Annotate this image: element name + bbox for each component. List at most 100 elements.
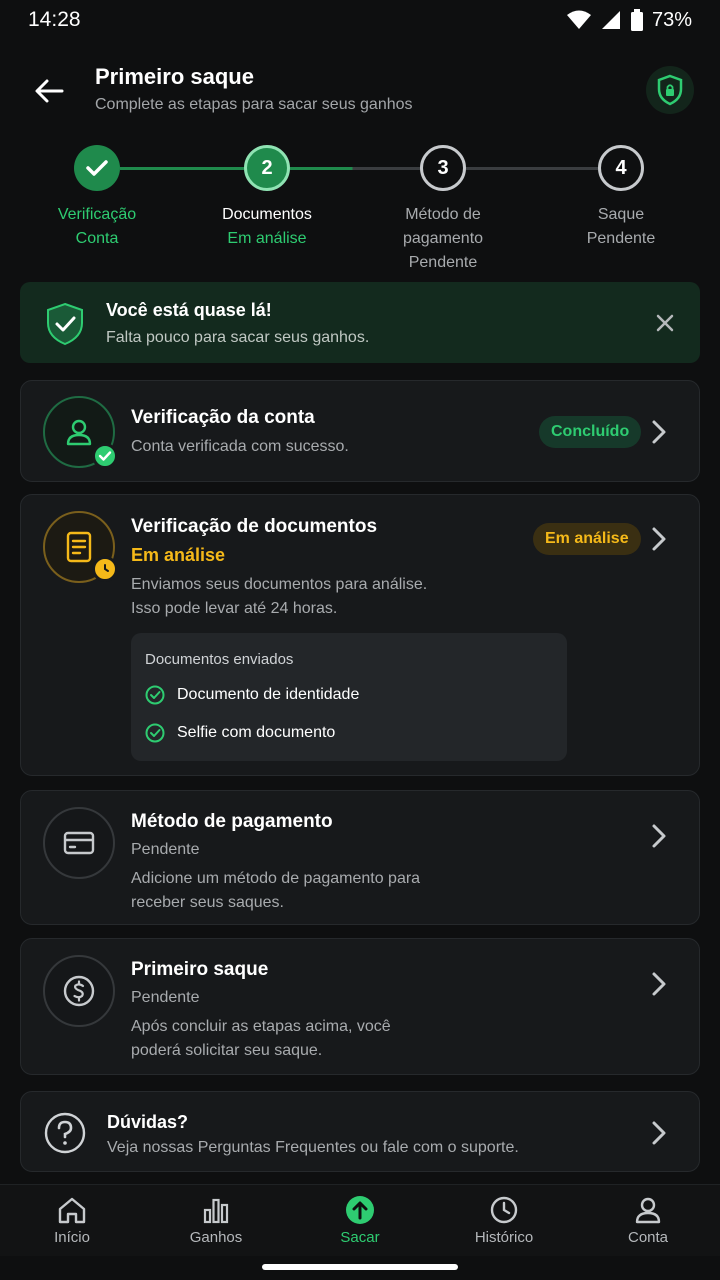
card-description: Conta verificada com sucesso. — [131, 438, 349, 455]
step-verification[interactable]: Verificação Conta — [17, 145, 177, 251]
check-circle-icon — [145, 685, 165, 705]
step-2-status: Em análise — [227, 230, 307, 247]
sent-documents-box: Documentos enviados Documento de identid… — [131, 633, 567, 761]
step-withdraw[interactable]: 4 Saque Pendente — [541, 145, 701, 251]
help-circle-icon — [44, 1112, 86, 1154]
step-circle-active: 2 — [244, 145, 290, 191]
step-4-label: Saque — [597, 206, 645, 223]
status-badge-complete: Concluído — [539, 416, 642, 448]
clock-icon — [104, 564, 109, 572]
nav-item-inicio[interactable]: Início — [0, 1195, 144, 1246]
step-4-status: Pendente — [586, 230, 656, 247]
check-badge — [92, 443, 118, 469]
close-icon — [656, 314, 674, 332]
security-button[interactable] — [646, 66, 694, 114]
help-card[interactable]: Dúvidas? Veja nossas Perguntas Frequente… — [20, 1091, 700, 1172]
info-banner: Você está quase lá! Falta pouco para sac… — [20, 282, 700, 363]
doc-name: Documento de identidade — [177, 686, 360, 703]
shield-check-icon — [47, 302, 83, 346]
chevron-right-icon — [652, 972, 666, 996]
card-title: Verificação de documentos — [131, 516, 378, 537]
nav-label: Conta — [627, 1229, 669, 1246]
page-subtitle: Complete as etapas para sacar seus ganho… — [95, 96, 413, 113]
banner-title: Você está quase lá! — [106, 300, 272, 320]
payment-method-card[interactable]: Método de pagamento Pendente Adicione um… — [20, 790, 700, 925]
card-title: Primeiro saque — [131, 959, 269, 980]
card-description: Veja nossas Perguntas Frequentes ou fale… — [107, 1139, 519, 1156]
chevron-right-icon — [652, 420, 666, 444]
card-description: Após concluir as etapas acima, você pode… — [131, 1015, 391, 1063]
description-line: poderá solicitar seu saque. — [131, 1042, 323, 1059]
wifi-icon — [566, 10, 591, 29]
step-circle-pending: 3 — [420, 145, 466, 191]
check-circle-icon — [145, 723, 165, 743]
check-icon — [86, 160, 108, 176]
doc-name: Selfie com documento — [177, 724, 336, 741]
step-3-label-line1: Método de — [405, 206, 481, 223]
description-line: Isso pode levar até 24 horas. — [131, 600, 338, 617]
back-button[interactable] — [26, 68, 72, 114]
card-title: Dúvidas? — [107, 1112, 189, 1132]
card-status: Pendente — [131, 989, 200, 1006]
nav-label: Histórico — [474, 1229, 534, 1246]
page-title: Primeiro saque — [95, 64, 254, 89]
description-line: receber seus saques. — [131, 894, 284, 911]
step-documents[interactable]: 2 Documentos Em análise — [187, 145, 347, 251]
upload-icon — [346, 1196, 374, 1224]
doc-item: Documento de identidade — [145, 685, 359, 705]
card-description: Adicione um método de pagamento para rec… — [131, 867, 420, 915]
close-banner-button[interactable] — [650, 308, 680, 338]
nav-item-historico[interactable]: Histórico — [432, 1195, 576, 1246]
step-3-status: Pendente — [408, 254, 478, 271]
card-status: Em análise — [131, 545, 226, 565]
nav-label: Ganhos — [189, 1229, 243, 1246]
clock-icon — [490, 1196, 518, 1224]
document-icon — [66, 531, 92, 563]
check-icon — [98, 451, 112, 461]
app-header: Primeiro saque Complete as etapas para s… — [0, 56, 720, 126]
step-1-status: Conta — [75, 230, 119, 247]
status-time: 14:28 — [28, 8, 81, 31]
documents-verification-card[interactable]: Verificação de documentos Em análise Env… — [20, 494, 700, 776]
status-bar: 14:28 73% — [0, 0, 720, 40]
nav-item-sacar[interactable]: Sacar — [288, 1195, 432, 1246]
signal-icon — [601, 11, 620, 29]
progress-stepper: Verificação Conta 2 Documentos Em anális… — [0, 140, 720, 271]
nav-label: Início — [54, 1229, 90, 1246]
banner-subtitle: Falta pouco para sacar seus ganhos. — [106, 329, 370, 346]
chevron-right-icon — [652, 824, 666, 848]
step-3-label-line2: pagamento — [402, 230, 484, 247]
nav-item-ganhos[interactable]: Ganhos — [144, 1195, 288, 1246]
user-icon — [635, 1197, 661, 1224]
home-icon — [58, 1197, 86, 1224]
arrow-left-icon — [35, 79, 64, 103]
chevron-right-icon — [652, 1121, 666, 1145]
first-withdraw-card[interactable]: Primeiro saque Pendente Após concluir as… — [20, 938, 700, 1075]
status-badge-review: Em análise — [533, 523, 641, 555]
credit-card-icon — [63, 831, 95, 855]
nav-label: Sacar — [340, 1229, 380, 1246]
nav-item-conta[interactable]: Conta — [576, 1195, 720, 1246]
description-line: Após concluir as etapas acima, você — [131, 1018, 391, 1035]
payment-icon-circle — [43, 807, 115, 879]
withdraw-icon-circle — [43, 955, 115, 1027]
home-indicator[interactable] — [262, 1264, 458, 1270]
card-title: Método de pagamento — [131, 811, 333, 832]
step-circle-pending: 4 — [598, 145, 644, 191]
step-2-label: Documentos — [222, 206, 312, 223]
bottom-navigation: Início Ganhos Sacar Histórico Conta — [0, 1184, 720, 1256]
docs-title: Documentos enviados — [145, 651, 294, 668]
card-description: Enviamos seus documentos para análise. I… — [131, 573, 427, 621]
clock-badge — [92, 556, 118, 582]
account-verification-card[interactable]: Verificação da conta Conta verificada co… — [20, 380, 700, 482]
description-line: Adicione um método de pagamento para — [131, 870, 421, 887]
status-icons: 73% — [566, 9, 692, 32]
chevron-right-icon — [652, 527, 666, 551]
battery-icon — [630, 9, 643, 31]
description-line: Enviamos seus documentos para análise. — [131, 576, 428, 593]
battery-percent: 73% — [651, 8, 692, 31]
step-1-label: Verificação — [57, 206, 137, 223]
chart-icon — [203, 1198, 229, 1224]
card-status: Pendente — [131, 841, 200, 858]
step-payment-method[interactable]: 3 Método de pagamento Pendente — [363, 145, 523, 275]
